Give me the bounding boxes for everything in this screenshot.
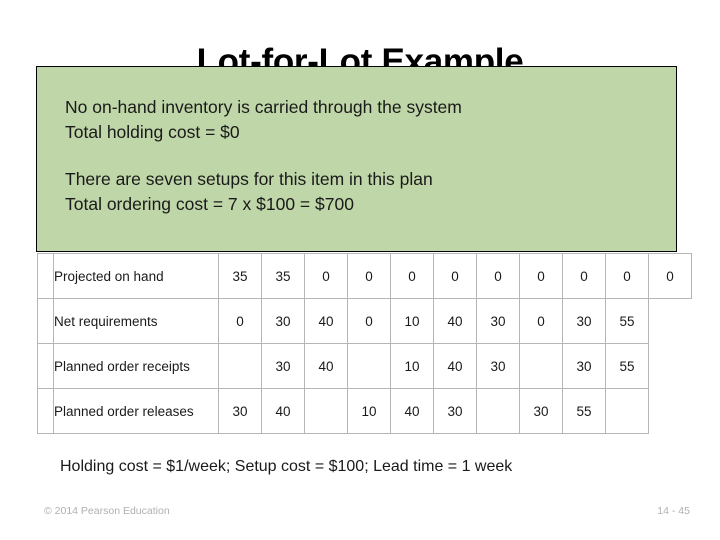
- table-cell: [347, 343, 391, 389]
- table-cell: 30: [433, 388, 477, 434]
- table-cell: 40: [261, 388, 305, 434]
- callout-paragraph-2: There are seven setups for this item in …: [65, 167, 433, 217]
- table-row-label: Net requirements: [53, 298, 219, 344]
- mrp-table-body: Projected on hand 35 35 0 0 0 0 0 0 0 0 0 Net requir…: [37, 253, 692, 434]
- table-cell: 0: [347, 253, 391, 299]
- footer-copyright: © 2014 Pearson Education: [44, 505, 170, 517]
- table-cell: 10: [390, 343, 434, 389]
- table-cell: 35: [261, 253, 305, 299]
- table-cell: 0: [476, 253, 520, 299]
- table-cell: 0: [519, 253, 563, 299]
- table-cell: 0: [562, 253, 606, 299]
- callout-paragraph-1: No on-hand inventory is carried through …: [65, 95, 462, 145]
- table-cell: [519, 343, 563, 389]
- table-row: Planned order releases 30 40 10 40 30 30 55: [37, 388, 692, 434]
- callout-paragraph-2-line-1: There are seven setups for this item in …: [65, 169, 433, 189]
- table-row-label: Planned order releases: [53, 388, 219, 434]
- table-cell: 30: [562, 343, 606, 389]
- table-cell: 30: [261, 298, 305, 344]
- table-cell: 55: [605, 343, 649, 389]
- table-cell: 40: [433, 343, 477, 389]
- table-cell: 40: [304, 298, 348, 344]
- table-row-spacer: [37, 343, 54, 389]
- table-row-spacer: [37, 388, 54, 434]
- table-cell: [605, 388, 649, 434]
- table-row-spacer: [37, 253, 54, 299]
- table-cell: 10: [390, 298, 434, 344]
- footer-page-number: 14 - 45: [657, 505, 690, 517]
- table-cell: 55: [605, 298, 649, 344]
- table-cell: 55: [562, 388, 606, 434]
- table-cell: 0: [433, 253, 477, 299]
- table-cell: 0: [304, 253, 348, 299]
- table-cell: 0: [519, 298, 563, 344]
- table-row-label: Planned order receipts: [53, 343, 219, 389]
- table-cell: [476, 388, 520, 434]
- table-row-spacer: [37, 298, 54, 344]
- table-cell: [304, 388, 348, 434]
- mrp-table: Projected on hand 35 35 0 0 0 0 0 0 0 0 0 Net requir…: [37, 253, 692, 434]
- table-cell: 30: [476, 343, 520, 389]
- table-cell: 30: [562, 298, 606, 344]
- bottom-note: Holding cost = $1/week; Setup cost = $10…: [60, 458, 513, 475]
- table-cell: 40: [304, 343, 348, 389]
- table-cell: 30: [519, 388, 563, 434]
- callout-box: No on-hand inventory is carried through …: [36, 66, 677, 252]
- table-cell: 35: [218, 253, 262, 299]
- table-row: Projected on hand 35 35 0 0 0 0 0 0 0 0 0: [37, 253, 692, 299]
- table-cell: 0: [648, 253, 692, 299]
- table-cell: [218, 343, 262, 389]
- callout-paragraph-1-line-1: No on-hand inventory is carried through …: [65, 97, 462, 117]
- callout-paragraph-2-line-2: Total ordering cost = 7 x $100 = $700: [65, 194, 354, 214]
- table-cell: 0: [605, 253, 649, 299]
- table-row: Planned order receipts 30 40 10 40 30 30 55: [37, 343, 692, 389]
- callout-paragraph-1-line-2: Total holding cost = $0: [65, 122, 240, 142]
- table-cell: 0: [390, 253, 434, 299]
- table-cell: 40: [390, 388, 434, 434]
- table-cell: 0: [347, 298, 391, 344]
- table-cell: 30: [261, 343, 305, 389]
- table-cell: 0: [218, 298, 262, 344]
- table-cell: 10: [347, 388, 391, 434]
- table-row-label: Projected on hand: [53, 253, 219, 299]
- table-row: Net requirements 0 30 40 0 10 40 30 0 30 55: [37, 298, 692, 344]
- table-cell: 40: [433, 298, 477, 344]
- table-cell: 30: [218, 388, 262, 434]
- table-cell: 30: [476, 298, 520, 344]
